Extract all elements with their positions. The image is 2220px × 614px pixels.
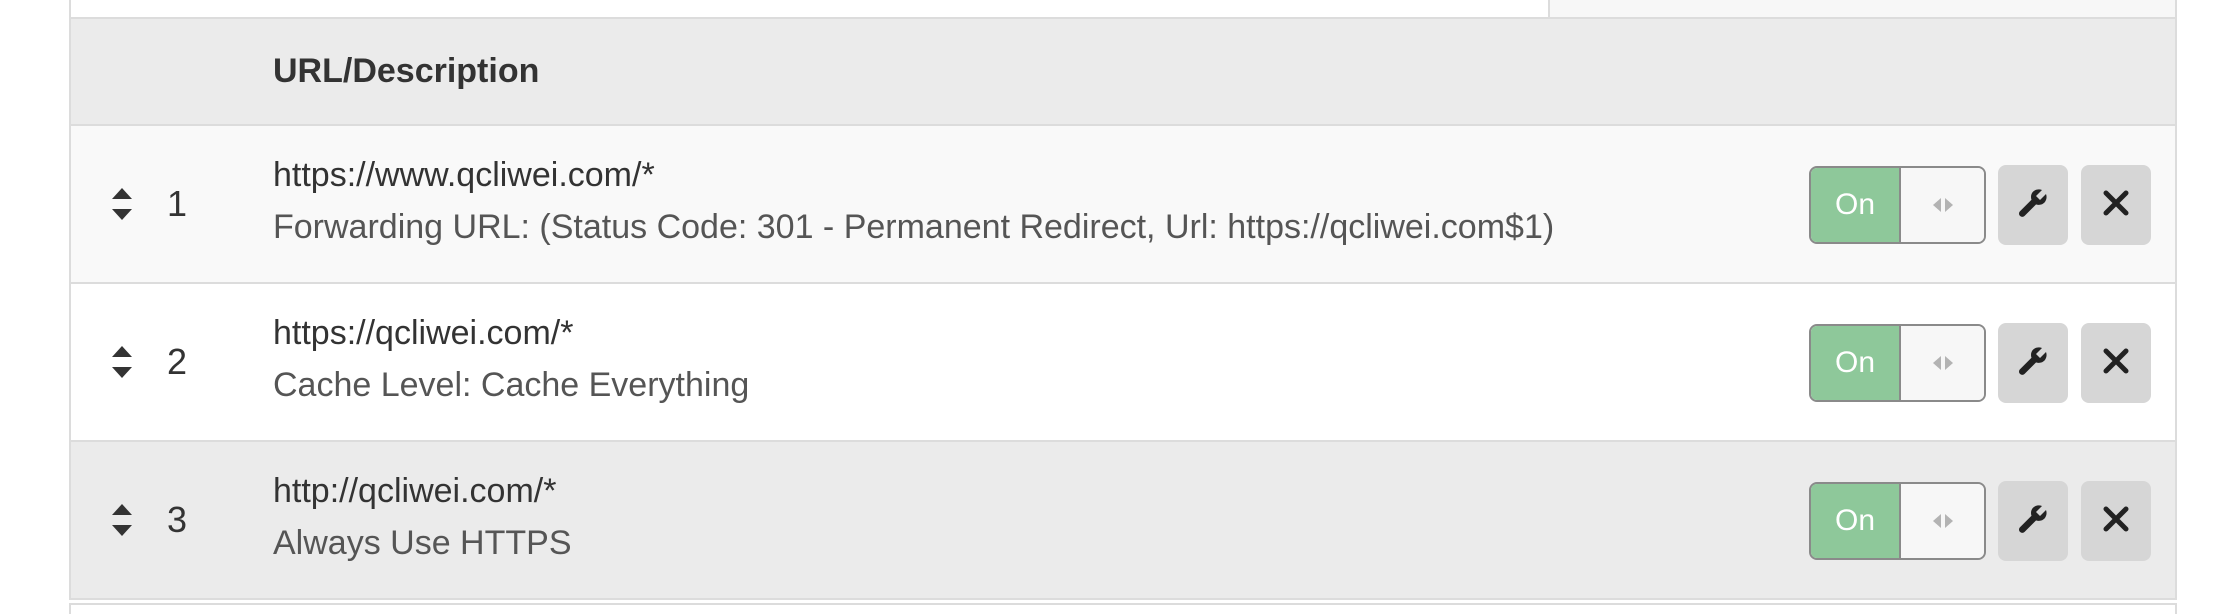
edit-rule-button[interactable] [1998, 323, 2068, 403]
page-rules-table: URL/Description 1 https://www.qcliwei.co… [69, 19, 2177, 600]
rule-description: Forwarding URL: (Status Code: 301 - Perm… [273, 208, 1555, 246]
toggle-on-label: On [1811, 168, 1901, 242]
delete-rule-button[interactable] [2081, 481, 2151, 561]
row-number: 3 [167, 499, 188, 540]
close-icon [2102, 189, 2130, 222]
rule-url: https://www.qcliwei.com/* [273, 156, 655, 194]
top-right-pane [1548, 0, 2175, 17]
table-row: 3 http://qcliwei.com/* Always Use HTTPS … [71, 442, 2175, 600]
top-panel-edge [69, 0, 2177, 19]
close-icon [2102, 505, 2130, 538]
delete-rule-button[interactable] [2081, 165, 2151, 245]
row-number: 2 [167, 341, 188, 382]
close-icon [2102, 347, 2130, 380]
rule-status-toggle[interactable]: On [1809, 324, 1986, 402]
rule-description: Cache Level: Cache Everything [273, 366, 750, 404]
wrench-icon [2017, 503, 2049, 540]
edit-rule-button[interactable] [1998, 481, 2068, 561]
rule-status-toggle[interactable]: On [1809, 166, 1986, 244]
wrench-icon [2017, 345, 2049, 382]
column-header-url-description: URL/Description [273, 52, 540, 90]
sort-icon[interactable] [111, 344, 133, 380]
delete-rule-button[interactable] [2081, 323, 2151, 403]
rule-description: Always Use HTTPS [273, 524, 572, 562]
rule-url: https://qcliwei.com/* [273, 314, 574, 352]
table-row: 2 https://qcliwei.com/* Cache Level: Cac… [71, 284, 2175, 442]
rule-status-toggle[interactable]: On [1809, 482, 1986, 560]
drag-arrows-icon [1901, 326, 1984, 400]
sort-icon[interactable] [111, 502, 133, 538]
next-panel-edge [69, 603, 2177, 614]
wrench-icon [2017, 187, 2049, 224]
toggle-on-label: On [1811, 484, 1901, 558]
drag-arrows-icon [1901, 484, 1984, 558]
table-row: 1 https://www.qcliwei.com/* Forwarding U… [71, 126, 2175, 284]
drag-arrows-icon [1901, 168, 1984, 242]
edit-rule-button[interactable] [1998, 165, 2068, 245]
sort-icon[interactable] [111, 186, 133, 222]
toggle-on-label: On [1811, 326, 1901, 400]
table-header: URL/Description [71, 19, 2175, 126]
row-number: 1 [167, 183, 188, 224]
rule-url: http://qcliwei.com/* [273, 472, 557, 510]
